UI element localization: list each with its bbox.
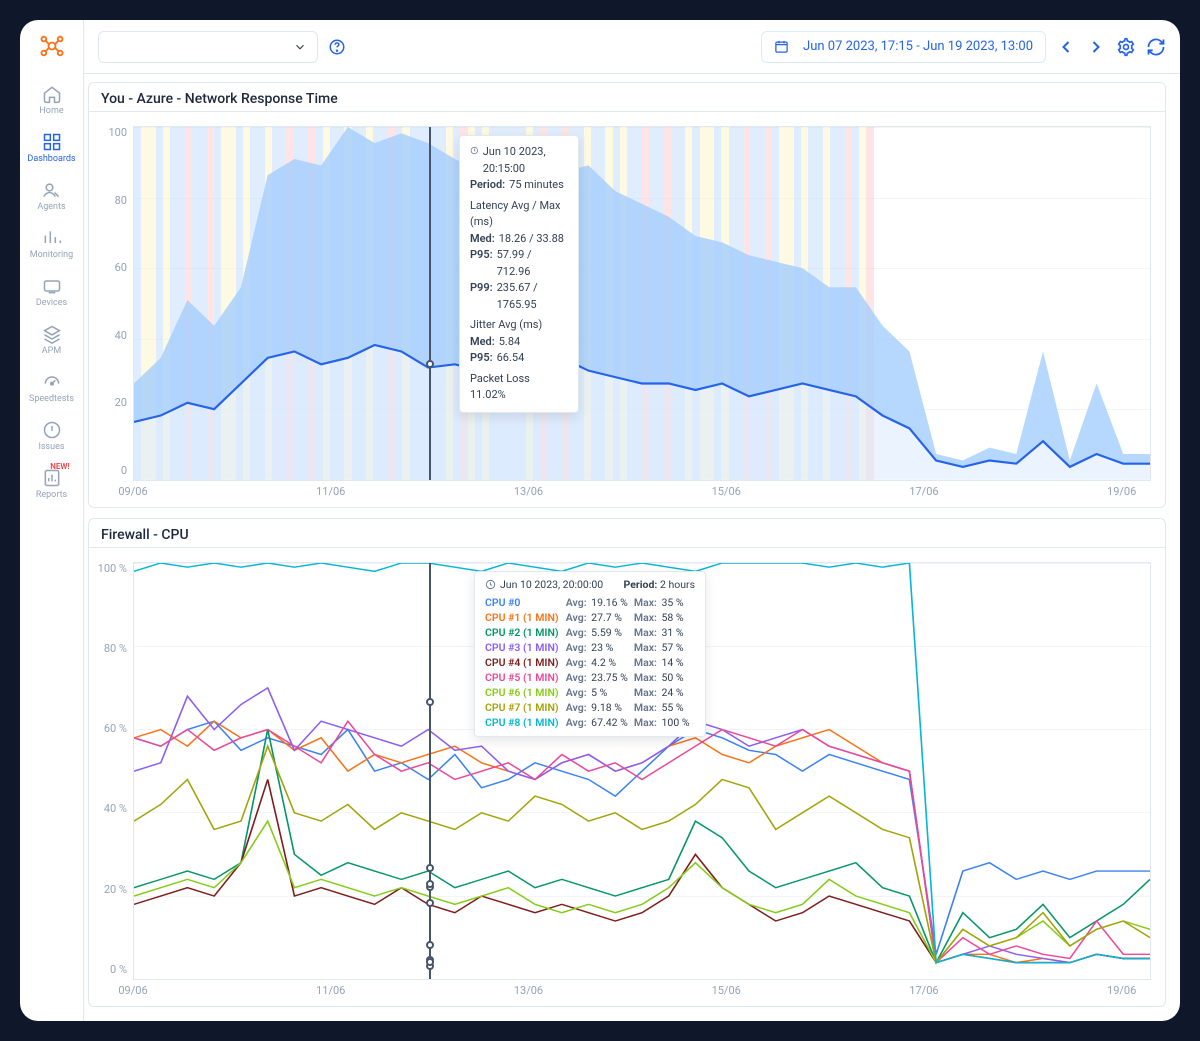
yaxis: 100806040200: [89, 112, 133, 507]
panel-title: You - Azure - Network Response Time: [89, 83, 1165, 112]
panel-firewall-cpu: Firewall - CPU 100 %80 %60 %40 %20 %0 %: [88, 518, 1166, 1007]
nav-home[interactable]: Home: [27, 76, 75, 124]
main-area: Jun 07 2023, 17:15 - Jun 19 2023, 13:00 …: [84, 20, 1180, 1021]
monitor-icon: [42, 228, 62, 248]
devices-icon: [42, 276, 62, 296]
xaxis: 09/0611/0613/0615/0617/0619/06: [133, 481, 1151, 503]
agents-icon: [42, 180, 62, 200]
app-logo: [36, 30, 68, 62]
panels: You - Azure - Network Response Time 1008…: [84, 74, 1180, 1021]
nav-reports[interactable]: Reports NEW!: [27, 460, 75, 508]
home-icon: [42, 84, 62, 104]
xaxis: 09/0611/0613/0615/0617/0619/06: [133, 980, 1151, 1002]
topbar: Jun 07 2023, 17:15 - Jun 19 2023, 13:00: [84, 20, 1180, 74]
nav-label: Home: [39, 106, 63, 116]
nav-apm[interactable]: APM: [27, 316, 75, 364]
time-prev-button[interactable]: [1056, 37, 1076, 57]
time-next-button[interactable]: [1086, 37, 1106, 57]
nav-label: APM: [42, 346, 61, 356]
chart-tooltip: Jun 10 2023, 20:00:00 Period: 2 hours CP…: [474, 571, 706, 737]
nav-label: Agents: [37, 202, 65, 212]
nav-dash[interactable]: Dashboards: [27, 124, 75, 172]
nav-badge: NEW!: [50, 462, 69, 471]
nav-monitor[interactable]: Monitoring: [27, 220, 75, 268]
reports-icon: [42, 468, 62, 488]
speed-icon: [42, 372, 62, 392]
nav-label: Dashboards: [27, 154, 75, 164]
nav-issues[interactable]: Issues: [27, 412, 75, 460]
nav-agents[interactable]: Agents: [27, 172, 75, 220]
issues-icon: [42, 420, 62, 440]
nav-label: Monitoring: [30, 250, 73, 260]
calendar-icon: [774, 39, 789, 54]
nav-label: Issues: [38, 442, 64, 452]
refresh-icon[interactable]: [1146, 37, 1166, 57]
nav-label: Devices: [36, 298, 67, 308]
dash-icon: [42, 132, 62, 152]
app-frame: Home Dashboards Agents Monitoring Devices APM…: [20, 20, 1180, 1021]
chart-tooltip: Jun 10 2023, 20:15:00 Period:75 minutes …: [459, 135, 579, 413]
nav-speed[interactable]: Speedtests: [27, 364, 75, 412]
time-range-label: Jun 07 2023, 17:15 - Jun 19 2023, 13:00: [803, 39, 1033, 54]
yaxis: 100 %80 %60 %40 %20 %0 %: [89, 548, 133, 1006]
panel-title: Firewall - CPU: [89, 519, 1165, 548]
help-icon[interactable]: [328, 38, 346, 56]
time-range-picker[interactable]: Jun 07 2023, 17:15 - Jun 19 2023, 13:00: [761, 31, 1046, 63]
nav-label: Speedtests: [29, 394, 74, 404]
nav-devices[interactable]: Devices: [27, 268, 75, 316]
chart-canvas-network[interactable]: Jun 10 2023, 20:15:00 Period:75 minutes …: [133, 126, 1151, 481]
chart-canvas-cpu[interactable]: Jun 10 2023, 20:00:00 Period: 2 hours CP…: [133, 562, 1151, 980]
panel-network-response: You - Azure - Network Response Time 1008…: [88, 82, 1166, 508]
settings-icon[interactable]: [1116, 37, 1136, 57]
dashboard-select[interactable]: [98, 31, 318, 63]
apm-icon: [42, 324, 62, 344]
sidebar: Home Dashboards Agents Monitoring Devices APM…: [20, 20, 84, 1021]
nav-label: Reports: [36, 490, 67, 500]
